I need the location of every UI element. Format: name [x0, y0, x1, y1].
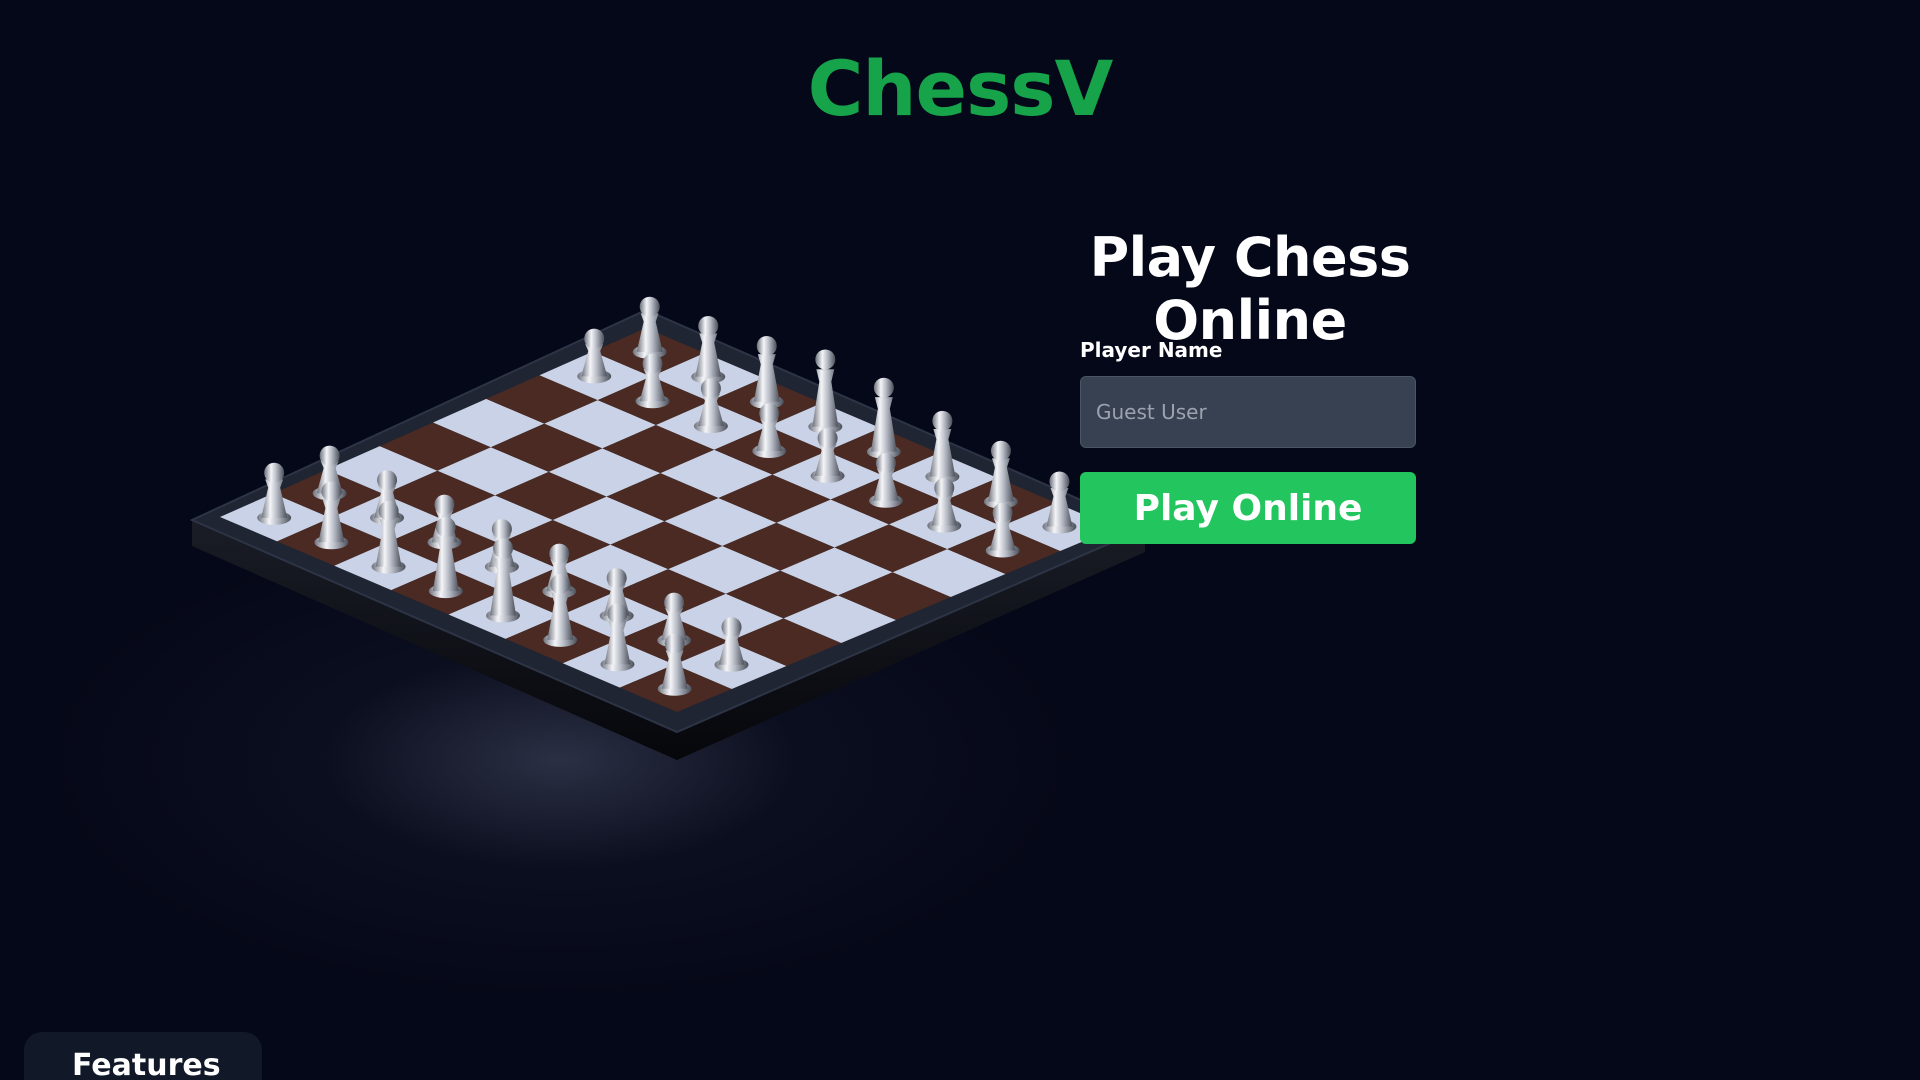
logo: ChessV [807, 44, 1114, 133]
play-online-button[interactable]: Play Online [1080, 472, 1416, 544]
features-tab[interactable]: Features [24, 1032, 262, 1080]
player-name-label: Player Name [1080, 338, 1223, 362]
landing-page: ChessV Play Chess Online Player Name Gue… [0, 0, 1920, 1080]
play-form: Player Name Play Online [1080, 338, 1416, 544]
player-name-input[interactable] [1080, 376, 1416, 448]
hero-title: Play Chess Online [1089, 226, 1411, 352]
features-tab-label: Features [72, 1048, 221, 1080]
